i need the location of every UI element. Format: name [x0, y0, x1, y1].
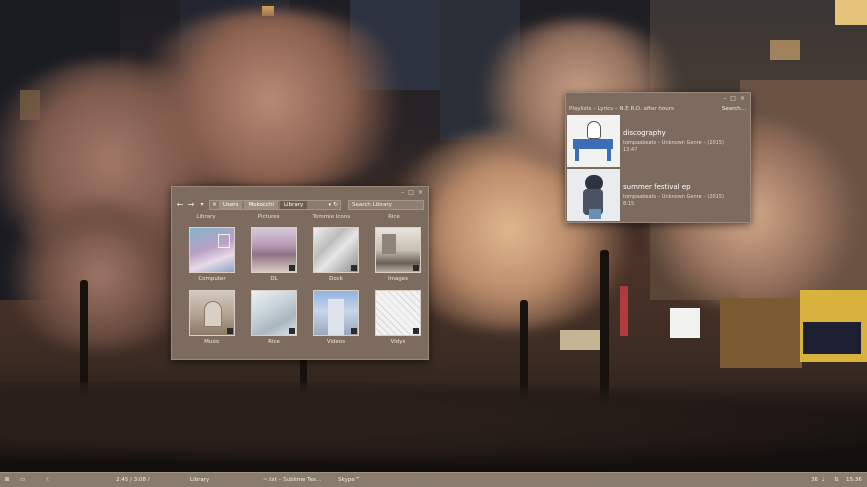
breadcrumb-item-mokocchi[interactable]: Mokocchi [244, 200, 278, 209]
folder-badge-icon [351, 265, 357, 271]
window-controls: – □ × [401, 190, 423, 196]
chevron-down-icon[interactable]: ▾ [198, 201, 206, 208]
lit-window [835, 0, 867, 25]
album-cover [567, 169, 620, 221]
blossom [120, 10, 420, 190]
track-progress: 2:45 / 3:08 / [116, 477, 150, 483]
breadcrumb-item-users[interactable]: Users [219, 200, 243, 209]
taskbar-item-skype[interactable]: Skype™ [338, 473, 360, 487]
music-player-window[interactable]: – □ × Playlists – Lyrics – N.E.R.D. afte… [565, 92, 751, 223]
shop-sign [560, 330, 600, 350]
folder-thumbnail [375, 290, 421, 336]
folder-badge-icon [289, 265, 295, 271]
folder-rice[interactable]: Rice [243, 290, 305, 345]
folder-dock[interactable]: Dock [305, 227, 367, 282]
folder-label: Dock [329, 276, 343, 282]
close-icon[interactable]: × [740, 96, 745, 102]
file-manager-window[interactable]: – □ × ← → ▾ × Users Mokocchi Library ▾ ↻… [171, 186, 429, 360]
moon-icon[interactable]: ☾ [46, 473, 51, 487]
folder-label: Computer [198, 276, 226, 282]
network-icon[interactable]: ⇅ [834, 473, 839, 487]
album-name: summer festival ep [623, 183, 691, 191]
chevron-down-icon[interactable]: ▾ [328, 202, 331, 208]
file-manager-toolbar: ← → ▾ × Users Mokocchi Library ▾ ↻ Searc… [176, 199, 424, 210]
close-icon[interactable]: × [418, 190, 423, 196]
close-icon[interactable]: × [212, 201, 217, 208]
window-switcher-icon[interactable]: ▭ [20, 473, 25, 487]
crowd [0, 382, 867, 472]
lit-window [770, 40, 800, 60]
speaker-icon[interactable]: ♩ [822, 473, 825, 487]
album-cover [567, 115, 620, 167]
shop-sign [670, 308, 700, 338]
album-name: discography [623, 129, 666, 137]
folder-label: Images [387, 276, 409, 282]
album-row[interactable]: discography tompaabeats – Unknown Genre … [567, 115, 751, 167]
folder-thumbnail [251, 227, 297, 273]
folder-label: Music [204, 339, 220, 345]
breadcrumb-item-library[interactable]: Library [279, 200, 308, 209]
folder-label: Vidys [390, 339, 406, 345]
folder-thumbnail [189, 227, 235, 273]
album-duration: 13:47 [623, 147, 638, 153]
album-meta: tompaabeats – Unknown Genre – (2015) [623, 140, 724, 146]
maximize-icon[interactable]: □ [408, 190, 414, 196]
folder-computer[interactable]: Computer [181, 227, 243, 282]
album-row[interactable]: summer festival ep tompaabeats – Unknown… [567, 169, 751, 221]
taskbar: II ▭ ☾ 2:45 / 3:08 / Library ~.txt – Sub… [0, 472, 867, 487]
taskbar-item-library[interactable]: Library [190, 473, 209, 487]
forward-arrow-icon[interactable]: → [187, 200, 195, 209]
folder-label: Rice [268, 339, 280, 345]
folder-thumbnail [313, 227, 359, 273]
album-meta: tompaabeats – Unknown Genre – (2015) [623, 194, 724, 200]
shop-sign [620, 286, 628, 336]
folder-thumbnail [375, 227, 421, 273]
blossom [0, 200, 200, 350]
taskbar-item-sublime[interactable]: ~.txt – Sublime Tex... [263, 473, 321, 487]
folder-badge-icon [413, 328, 419, 334]
folder-music[interactable]: Music [181, 290, 243, 345]
tray-count: 36 [811, 477, 818, 483]
folder-vidys[interactable]: Vidys [367, 290, 429, 345]
folder-grid: Computer DL Dock Images Music Rice Video… [181, 227, 429, 345]
desktop-wallpaper [0, 0, 867, 472]
shop-sign [720, 298, 802, 368]
place-rice[interactable]: Rice [363, 214, 425, 220]
place-tommie-icons[interactable]: Tommie Icons [300, 214, 362, 220]
pause-button[interactable]: II [5, 473, 9, 487]
folder-badge-icon [351, 328, 357, 334]
search-input[interactable]: Search Library [348, 199, 424, 210]
folder-videos[interactable]: Videos [305, 290, 367, 345]
folder-badge-icon [289, 328, 295, 334]
refresh-icon[interactable]: ↻ [333, 201, 338, 208]
place-library[interactable]: Library [175, 214, 237, 220]
place-pictures[interactable]: Pictures [238, 214, 300, 220]
folder-thumbnail [251, 290, 297, 336]
window-controls: – □ × [723, 96, 745, 102]
folder-thumbnail [189, 290, 235, 336]
minimize-icon[interactable]: – [723, 96, 726, 102]
folder-badge-icon [227, 328, 233, 334]
maximize-icon[interactable]: □ [730, 96, 736, 102]
folder-dl[interactable]: DL [243, 227, 305, 282]
places-bar: Library Pictures Tommie Icons Rice [175, 214, 425, 220]
folder-thumbnail [313, 290, 359, 336]
clock: 15:36 [846, 477, 862, 483]
shop-sign [803, 322, 861, 354]
breadcrumb: × Users Mokocchi Library ▾ ↻ [209, 199, 341, 210]
folder-images[interactable]: Images [367, 227, 429, 282]
back-arrow-icon[interactable]: ← [176, 200, 184, 209]
folder-badge-icon [413, 265, 419, 271]
album-duration: 8:15 [623, 201, 635, 207]
folder-label: Videos [326, 339, 346, 345]
folder-label: DL [270, 276, 278, 282]
search-button[interactable]: Search... [722, 106, 746, 112]
window-title: Playlists – Lyrics – N.E.R.D. after hour… [569, 106, 674, 112]
minimize-icon[interactable]: – [401, 190, 404, 196]
